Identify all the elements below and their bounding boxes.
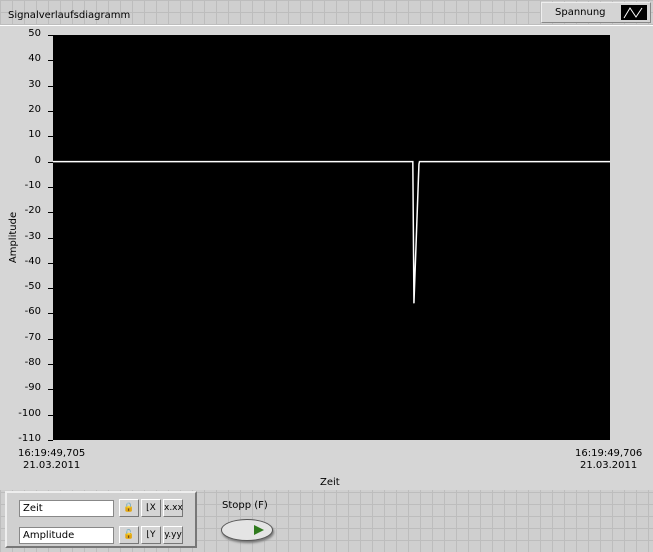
- legend-label: Spannung: [555, 7, 606, 18]
- y-tick-mark: [48, 161, 53, 163]
- y-tick-mark: [48, 85, 53, 87]
- x-start-date: 21.03.2011: [22, 460, 81, 471]
- y-tick-label: -40: [24, 255, 41, 267]
- plot-legend[interactable]: Spannung: [541, 2, 651, 23]
- y-tick-label: 0: [34, 154, 41, 166]
- y-tick-mark: [48, 414, 53, 416]
- y-tick-label: -60: [24, 306, 41, 318]
- y-tick-mark: [48, 389, 53, 391]
- y-tick-label: -20: [24, 205, 41, 217]
- y-tick-label: -10: [24, 179, 41, 191]
- y-tick-mark: [48, 186, 53, 188]
- x-end-date: 21.03.2011: [579, 460, 638, 471]
- graph-title: Signalverlaufsdiagramm: [8, 10, 131, 21]
- stop-button[interactable]: [221, 519, 273, 541]
- y-tick-mark: [48, 338, 53, 340]
- y-tick-label: 20: [28, 103, 41, 115]
- legend-line-icon: [621, 5, 647, 20]
- y-tick-mark: [48, 288, 53, 290]
- y-tick-label: -100: [18, 407, 41, 419]
- y-tick-mark: [48, 237, 53, 239]
- y-tick-mark: [48, 440, 53, 441]
- y-tick-label: -50: [24, 281, 41, 293]
- y-tick-label: 50: [28, 28, 41, 39]
- y-tick-mark: [48, 35, 53, 36]
- x-axis-start: 16:19:49,705 21.03.2011: [18, 448, 85, 472]
- y-tick-mark: [48, 364, 53, 366]
- scale-legend: Zeit 🔒 ⌊X x.xx Amplitude 🔓 ⌊Y y.yy: [5, 491, 197, 548]
- stop-button-label: Stopp (F): [222, 500, 268, 511]
- x-start-time: 16:19:49,705: [18, 448, 86, 459]
- play-led-icon: [254, 525, 264, 535]
- y-tick-mark: [48, 60, 53, 62]
- y-tick-label: -110: [18, 433, 41, 444]
- x-axis-label: Zeit: [320, 477, 340, 488]
- y-tick-mark: [48, 110, 53, 112]
- y-tick-label: 10: [28, 129, 41, 141]
- y-tick-mark: [48, 262, 53, 264]
- y-tick-label: 40: [28, 53, 41, 65]
- y-tick-label: -70: [24, 331, 41, 343]
- series-line-spannung: [53, 160, 610, 304]
- plot-area[interactable]: [53, 35, 610, 440]
- y-tick-label: -30: [24, 230, 41, 242]
- x-end-time: 16:19:49,706: [575, 448, 643, 459]
- y-tick-label: 30: [28, 78, 41, 90]
- x-autoscale-icon[interactable]: ⌊X: [141, 499, 161, 517]
- y-lock-icon[interactable]: 🔓: [119, 526, 139, 544]
- y-autoscale-icon[interactable]: ⌊Y: [141, 526, 161, 544]
- x-axis-end: 16:19:49,706 21.03.2011: [575, 448, 642, 472]
- x-scale-name[interactable]: Zeit: [19, 500, 114, 517]
- y-scale-name[interactable]: Amplitude: [19, 527, 114, 544]
- y-format-button[interactable]: y.yy: [163, 526, 183, 544]
- y-tick-mark: [48, 212, 53, 214]
- y-tick-label: -90: [24, 382, 41, 394]
- x-lock-icon[interactable]: 🔒: [119, 499, 139, 517]
- y-tick-mark: [48, 136, 53, 138]
- x-format-button[interactable]: x.xx: [163, 499, 183, 517]
- y-tick-mark: [48, 313, 53, 315]
- y-tick-label: -80: [24, 357, 41, 369]
